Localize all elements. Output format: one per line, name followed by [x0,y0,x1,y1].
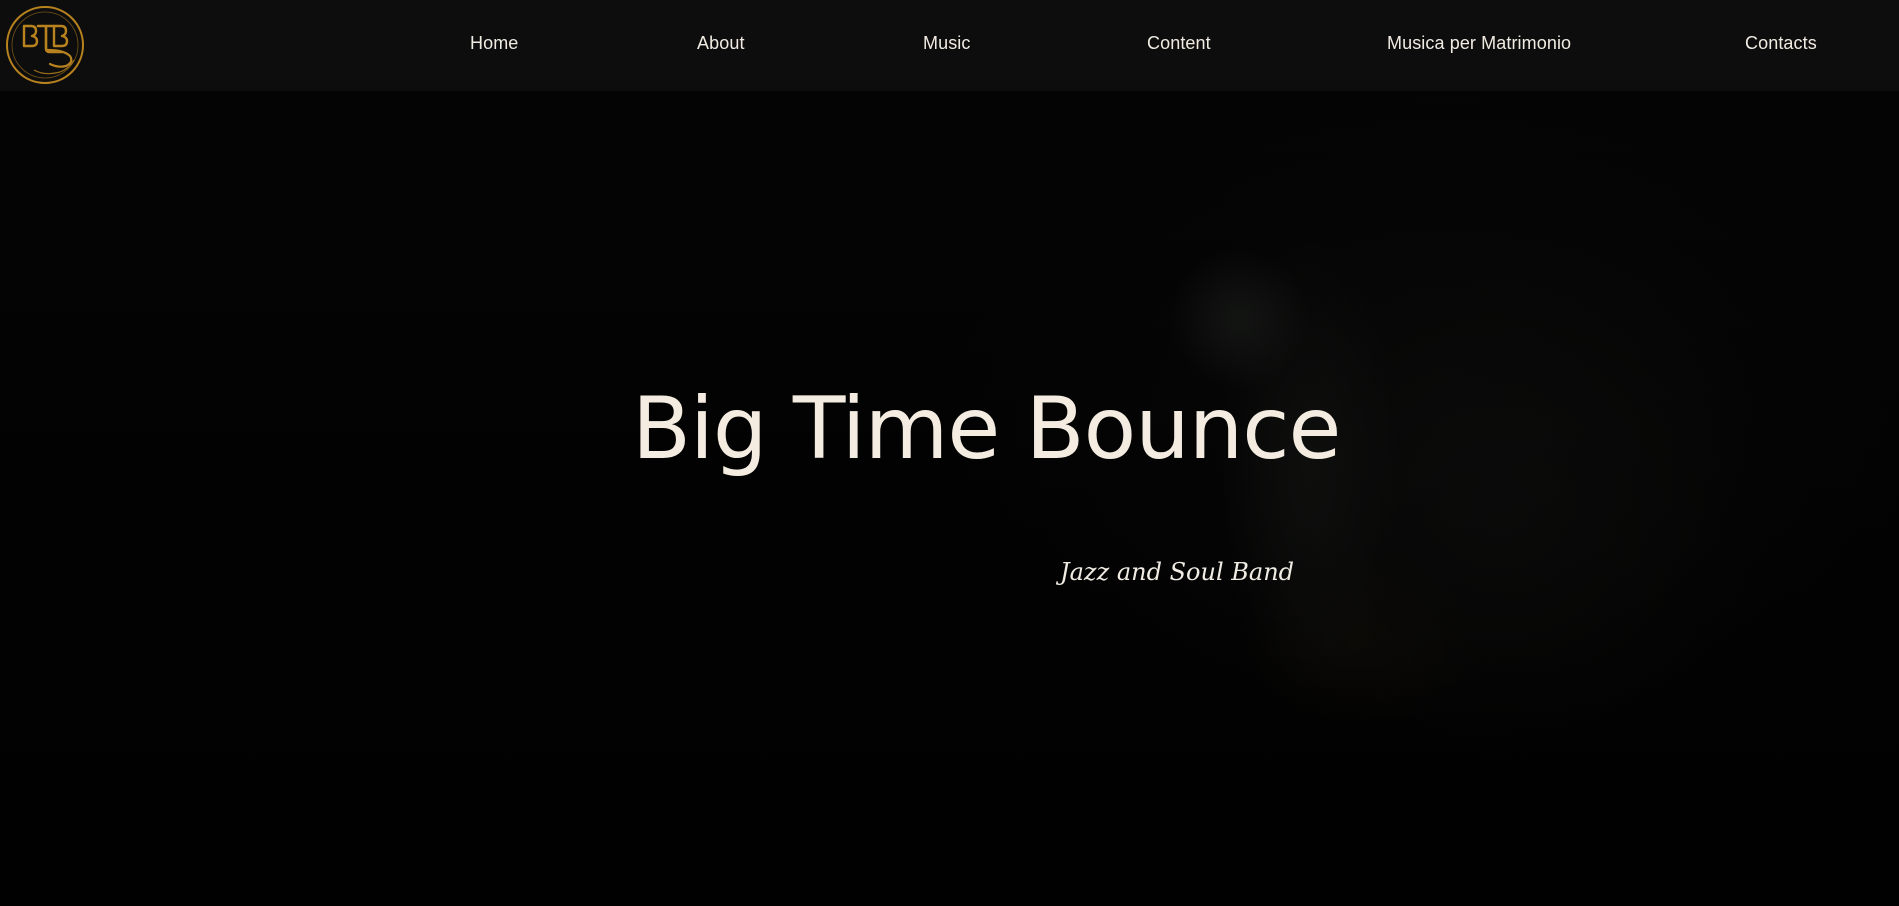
nav-item-home[interactable]: Home [470,33,518,54]
main-navigation: Home About Music Content Musica per Matr… [0,0,1899,91]
nav-item-contacts[interactable]: Contacts [1745,33,1817,54]
nav-item-musica-per-matrimonio[interactable]: Musica per Matrimonio [1387,33,1571,54]
nav-item-about[interactable]: About [697,33,745,54]
hero-title: Big Time Bounce [632,379,1341,479]
hero-subtitle: Jazz and Soul Band [1060,558,1295,586]
nav-item-content[interactable]: Content [1147,33,1211,54]
page: Home About Music Content Musica per Matr… [0,0,1899,906]
nav-item-music[interactable]: Music [923,33,971,54]
site-header: Home About Music Content Musica per Matr… [0,0,1899,91]
